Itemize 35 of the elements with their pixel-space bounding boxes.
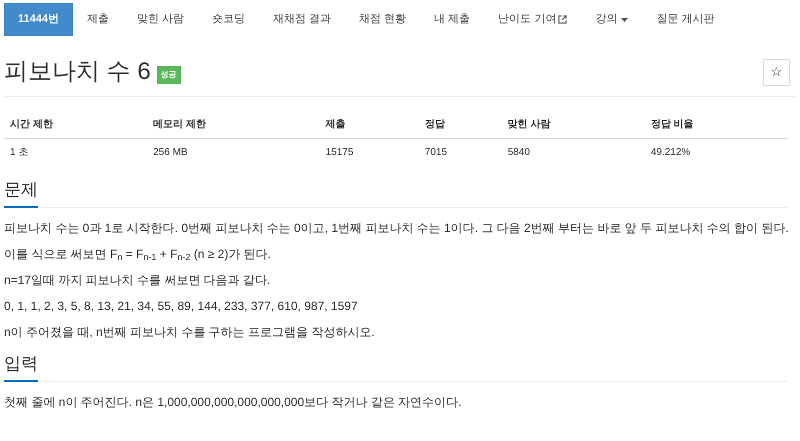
paragraph: 0, 1, 1, 2, 3, 5, 8, 13, 21, 34, 55, 89, 144, 233, 377, 610, 987, 1597 xyxy=(4,298,359,314)
nav-tab[interactable]: 강의 xyxy=(581,3,642,36)
table-cell: 49.212% xyxy=(650,147,690,158)
column-header: 정답 xyxy=(424,119,445,130)
paragraph: 이를 식으로 써보면 F$_{n}$ = F$_{n-1}$ + F$_{n-2}$ (n ≥ 2)가 된다. xyxy=(4,246,272,262)
table-cell: 7015 xyxy=(424,147,448,158)
paragraph: 피보나치 수는 0과 1로 시작한다. 0번째 피보나치 수는 0이고, 1번째 피보나치 수는 1이다. 그 다음 2번째 부터는 바로 앞 두 피보나치 수의 합이 된다. xyxy=(4,220,790,236)
external-link-icon xyxy=(558,15,568,24)
nav-tab[interactable]: 질문 게시판 xyxy=(642,3,728,36)
status-badge: 성공 xyxy=(156,66,181,84)
nav-tab[interactable]: 제출 xyxy=(72,3,123,36)
star-button[interactable]: ☆ xyxy=(763,58,790,86)
nav-tab[interactable]: 내 제출 xyxy=(420,3,484,36)
caret-icon xyxy=(621,18,628,22)
column-header: 정답 비율 xyxy=(650,119,694,130)
table-cell: 1 초 xyxy=(10,147,28,158)
column-header: 시간 제한 xyxy=(10,119,53,130)
column-header: 맞힌 사람 xyxy=(508,119,550,130)
problem-title: 피보나치 수 6 xyxy=(4,57,151,87)
nav-tab[interactable]: 맞힌 사람 xyxy=(122,3,198,36)
nav-tab[interactable]: 11444번 xyxy=(4,3,73,36)
table-cell: 5840 xyxy=(508,147,530,158)
nav-tab[interactable]: 난이도 기여 xyxy=(484,3,582,36)
table-cell: 15175 xyxy=(326,147,354,158)
nav-tab[interactable]: 채점 현황 xyxy=(345,3,420,36)
section-heading: 입력 xyxy=(4,352,38,382)
paragraph: n=17일때 까지 피보나치 수를 써보면 다음과 같다. xyxy=(4,272,272,288)
column-header: 제출 xyxy=(326,119,346,130)
table-cell: 256 MB xyxy=(153,147,188,158)
nav-tab[interactable]: 재채점 결과 xyxy=(259,3,346,36)
nav-tab[interactable]: 숏코딩 xyxy=(198,3,260,36)
paragraph: 첫째 줄에 n이 주어진다. n은 1,000,000,000,000,000,000보다 작거나 같은 자연수이다. xyxy=(4,394,462,410)
column-header: 메모리 제한 xyxy=(153,119,206,130)
section-heading: 문제 xyxy=(4,178,38,208)
paragraph: n이 주어졌을 때, n번째 피보나치 수를 구하는 프로그램을 작성하시오. xyxy=(4,324,376,340)
